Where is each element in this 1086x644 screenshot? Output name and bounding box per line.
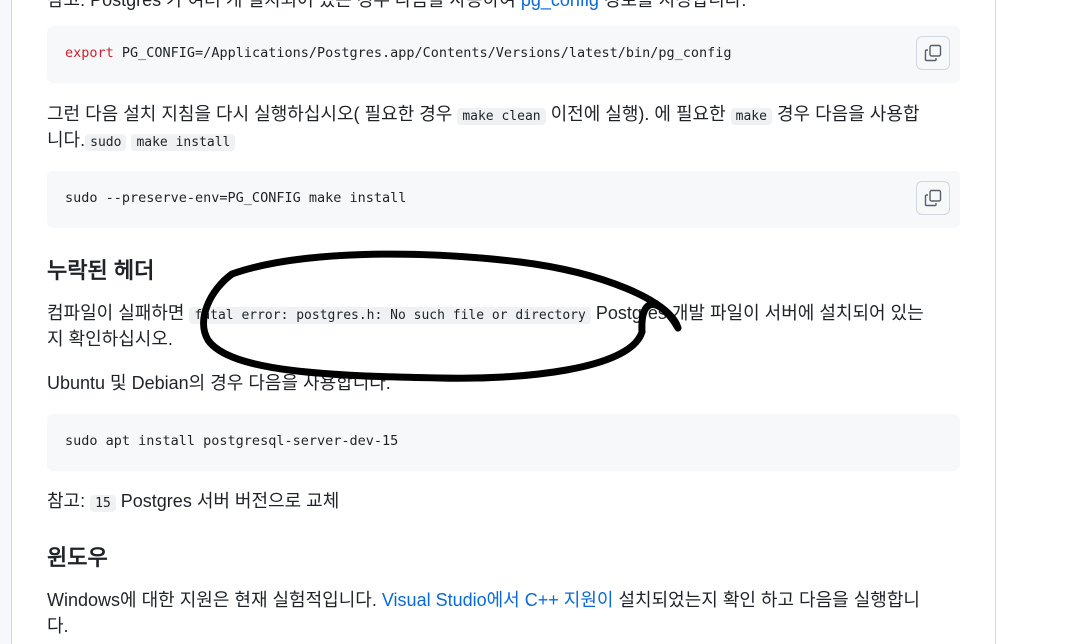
partial-top-line: 참고: Postgres 가 여러 개 설치되어 있는 경우 다음을 사용하여 … [47, 0, 746, 13]
inline-code-make: make [730, 108, 772, 125]
missing-headers-line1: 컴파일이 실패하면 fatal error: postgres.h: No su… [47, 303, 924, 324]
ubuntu-debian-note: Ubuntu 및 Debian의 경우 다음을 사용합니다. [47, 373, 391, 393]
install-instructions-line2: 니다. sudo make install [47, 127, 236, 156]
pg-config-link[interactable]: pg_config [521, 0, 599, 10]
copy-button[interactable] [916, 36, 950, 70]
code-export-text[interactable]: export PG_CONFIG=/Applications/Postgres.… [65, 45, 732, 61]
inline-code-fatal-error: fatal error: postgres.h: No such file or… [189, 307, 591, 324]
inline-code-sudo: sudo [85, 134, 127, 151]
copy-icon [924, 44, 942, 62]
missing-headers-line2: 지 확인하십시오. [47, 329, 173, 349]
inline-code-make-install: make install [131, 134, 236, 151]
code-block-export: export PG_CONFIG=/Applications/Postgres.… [47, 26, 960, 83]
windows-support-line2: 다. [47, 616, 69, 636]
inline-code-make-clean: make clean [457, 108, 546, 125]
code-apt-install-text[interactable]: sudo apt install postgresql-server-dev-1… [65, 433, 398, 449]
content-right-border [995, 0, 996, 644]
heading-missing-headers: 누락된 헤더 [47, 258, 155, 283]
visual-studio-cpp-link[interactable]: Visual Studio에서 C++ 지원이 [382, 590, 614, 610]
code-block-sudo-install: sudo --preserve-env=PG_CONFIG make insta… [47, 171, 960, 228]
heading-windows: 윈도우 [47, 545, 108, 570]
inline-code-15: 15 [90, 495, 116, 512]
version-note: 참고: 15 Postgres 서버 버전으로 교체 [47, 491, 340, 512]
code-sudo-install-text[interactable]: sudo --preserve-env=PG_CONFIG make insta… [65, 190, 406, 206]
code-block-apt-install: sudo apt install postgresql-server-dev-1… [47, 414, 960, 471]
copy-button[interactable] [916, 181, 950, 215]
copy-icon [924, 189, 942, 207]
windows-support-line1: Windows에 대한 지원은 현재 실험적입니다. Visual Studio… [47, 590, 920, 610]
install-instructions-line1: 그런 다음 설치 지침을 다시 실행하십시오( 필요한 경우 make clea… [47, 104, 920, 125]
left-panel-edge [0, 0, 12, 644]
